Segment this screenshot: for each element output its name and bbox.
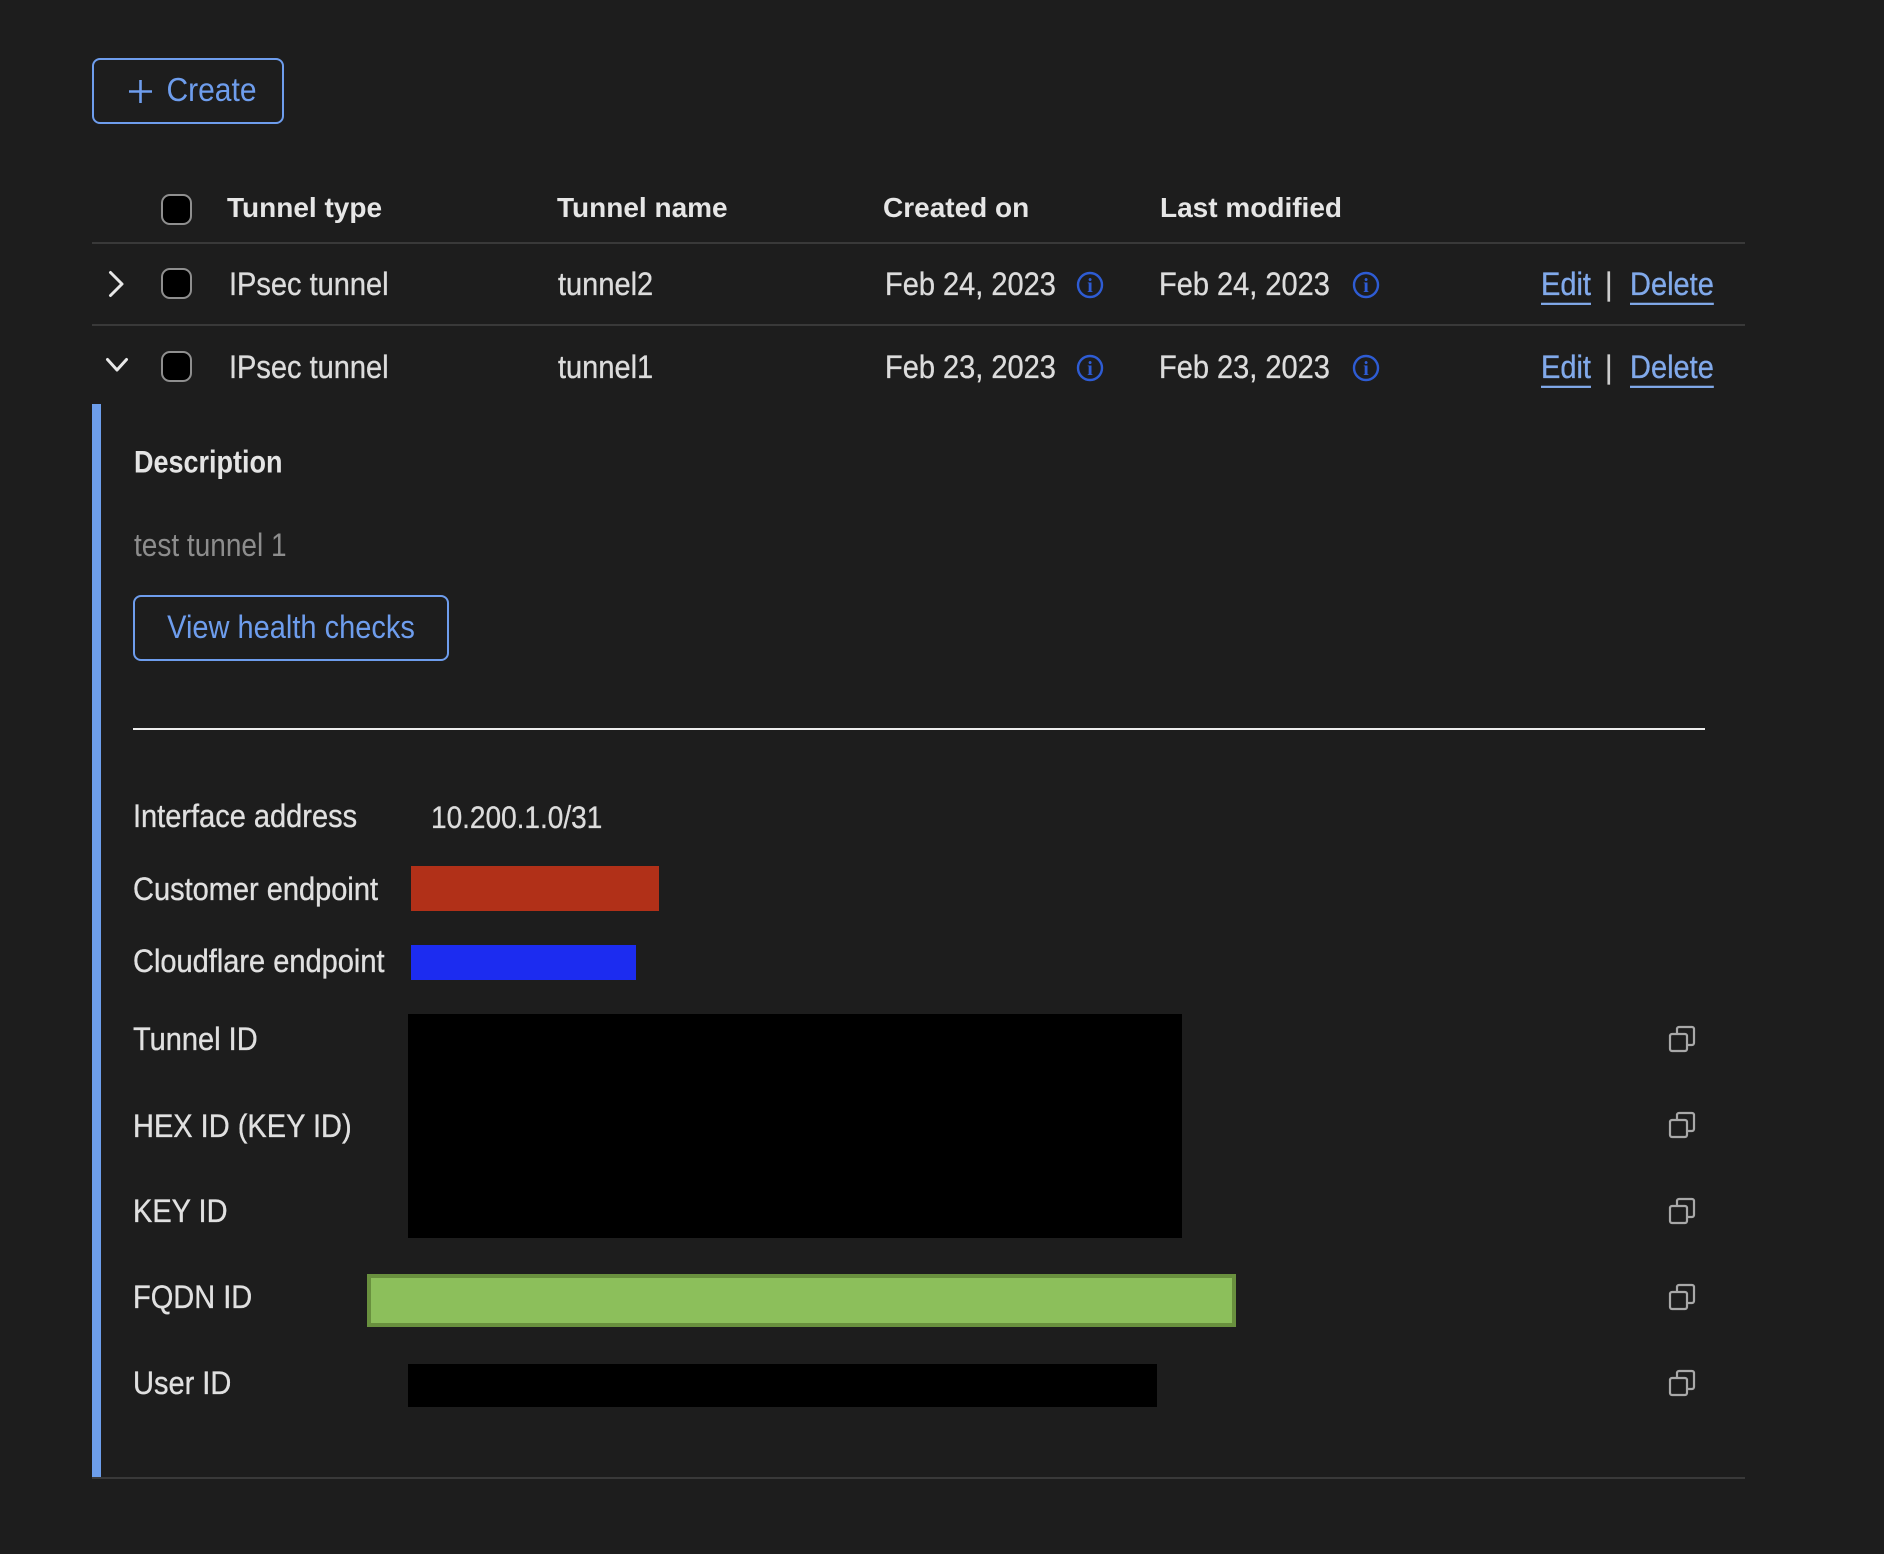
svg-text:i: i	[1363, 275, 1369, 297]
svg-text:i: i	[1087, 358, 1093, 380]
svg-text:i: i	[1363, 358, 1369, 380]
svg-text:i: i	[1087, 275, 1093, 297]
